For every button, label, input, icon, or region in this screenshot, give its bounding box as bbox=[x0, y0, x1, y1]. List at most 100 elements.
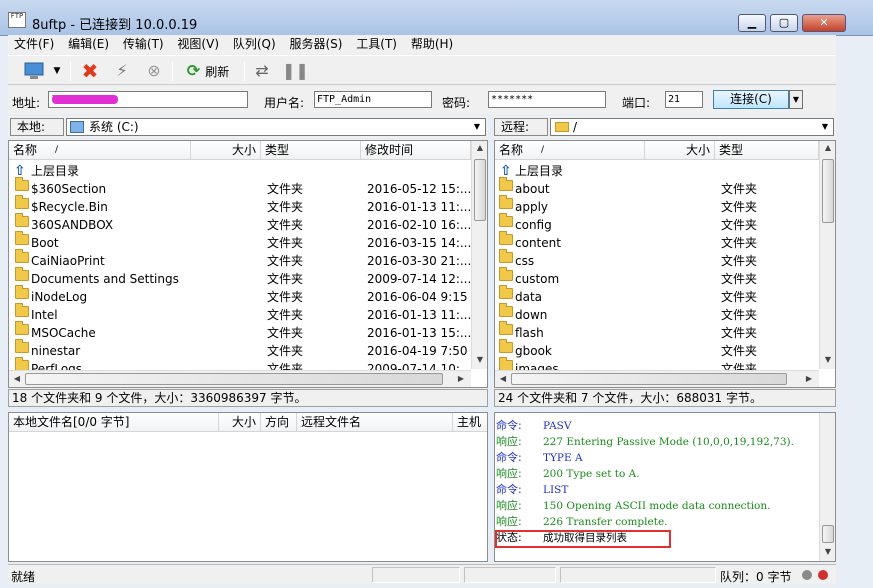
remote-file-row[interactable]: config 文件夹 bbox=[495, 213, 835, 234]
monitor-icon bbox=[24, 62, 44, 79]
local-cell-modified: 2009-07-14 12:... bbox=[367, 272, 472, 286]
queue-col-direction[interactable]: 方向 bbox=[261, 413, 297, 432]
local-cell-name: 360SANDBOX bbox=[31, 218, 114, 232]
log-line-message: LIST bbox=[543, 484, 569, 496]
local-file-row[interactable]: ninestar 文件夹 2016-04-19 7:50 bbox=[9, 339, 487, 360]
menu-view[interactable]: 视图(V) bbox=[173, 35, 223, 54]
local-up-row[interactable]: ⇧ 上层目录 bbox=[9, 162, 471, 180]
local-file-row[interactable]: MSOCache 文件夹 2016-01-13 15:... bbox=[9, 321, 487, 342]
maximize-button[interactable]: ▢ bbox=[770, 14, 798, 32]
transfer-queue-list: 本地文件名[0/0 字节] 大小 方向 远程文件名 主机 bbox=[8, 412, 488, 562]
remote-file-row[interactable]: css 文件夹 bbox=[495, 249, 835, 270]
local-file-row[interactable]: 360SANDBOX 文件夹 2016-02-10 16:... bbox=[9, 213, 487, 234]
connect-button[interactable]: 连接(C) bbox=[713, 90, 789, 109]
refresh-button[interactable]: ⟳ 刷新 bbox=[180, 60, 236, 82]
local-file-row[interactable]: Boot 文件夹 2016-03-15 14:... bbox=[9, 231, 487, 252]
remote-file-row[interactable]: flash 文件夹 bbox=[495, 321, 835, 342]
remote-cell-name: data bbox=[515, 290, 543, 304]
transfer-queue-button[interactable]: ⇄ bbox=[250, 60, 274, 82]
remote-file-row[interactable]: down 文件夹 bbox=[495, 303, 835, 324]
local-vertical-scrollbar[interactable]: ▲ ▼ bbox=[471, 141, 487, 369]
local-file-row[interactable]: iNodeLog 文件夹 2016-06-04 9:15 bbox=[9, 285, 487, 306]
menu-tools[interactable]: 工具(T) bbox=[352, 35, 401, 54]
port-input[interactable] bbox=[665, 91, 703, 108]
log-line-message: 200 Type set to A. bbox=[543, 468, 640, 480]
red-x-icon: ✖ bbox=[81, 59, 99, 83]
local-file-row[interactable]: Intel 文件夹 2016-01-13 11:... bbox=[9, 303, 487, 324]
password-input[interactable] bbox=[488, 91, 606, 108]
connect-dropdown-button[interactable]: ▼ bbox=[789, 90, 803, 109]
remote-file-row[interactable]: content 文件夹 bbox=[495, 231, 835, 252]
local-col-modified[interactable]: 修改时间 bbox=[361, 141, 471, 160]
remote-cell-name: down bbox=[515, 308, 548, 322]
local-cell-type: 文件夹 bbox=[267, 326, 304, 340]
local-cell-name: CaiNiaoPrint bbox=[31, 254, 105, 268]
log-line-kind: 响应: bbox=[496, 435, 522, 448]
remote-col-type[interactable]: 类型 bbox=[715, 141, 819, 160]
remote-horizontal-scrollbar[interactable]: ◀ ▶ bbox=[495, 370, 819, 387]
remote-summary: 24 个文件夹和 7 个文件，大小：688031 字节。 bbox=[494, 389, 836, 407]
menu-transfer[interactable]: 传输(T) bbox=[119, 35, 168, 54]
log-pane: 命令: PASV 响应: 227 Entering Passive Mode (10,… bbox=[494, 412, 836, 562]
local-file-row[interactable]: CaiNiaoPrint 文件夹 2016-03-30 21:... bbox=[9, 249, 487, 270]
remote-path-select[interactable]: / ▼ bbox=[550, 118, 834, 136]
remote-file-row[interactable]: custom 文件夹 bbox=[495, 267, 835, 288]
username-input[interactable] bbox=[314, 91, 432, 108]
menu-file[interactable]: 文件(F) bbox=[10, 35, 58, 54]
scroll-up-icon: ▲ bbox=[476, 143, 484, 152]
pause-button[interactable]: ❚❚ bbox=[282, 60, 309, 82]
log-line-kind: 响应: bbox=[496, 515, 522, 528]
local-cell-name: Intel bbox=[31, 308, 58, 322]
site-manager-button[interactable] bbox=[22, 60, 46, 82]
menu-server[interactable]: 服务器(S) bbox=[285, 35, 346, 54]
log-line: 响应: 200 Type set to A. bbox=[495, 466, 817, 482]
scroll-thumb[interactable] bbox=[822, 525, 834, 543]
scroll-thumb[interactable] bbox=[822, 159, 834, 223]
remote-file-row[interactable]: apply 文件夹 bbox=[495, 195, 835, 216]
local-file-row[interactable]: $Recycle.Bin 文件夹 2016-01-13 11:... bbox=[9, 195, 487, 216]
scroll-thumb[interactable] bbox=[511, 373, 787, 385]
log-vertical-scrollbar[interactable]: ▼ bbox=[819, 413, 835, 561]
local-col-type[interactable]: 类型 bbox=[261, 141, 361, 160]
log-line-kind: 响应: bbox=[496, 467, 522, 480]
queue-col-host[interactable]: 主机 bbox=[453, 413, 487, 432]
remote-file-row[interactable]: about 文件夹 bbox=[495, 177, 835, 198]
local-summary: 18 个文件夹和 9 个文件，大小：3360986397 字节。 bbox=[8, 389, 488, 407]
scroll-thumb[interactable] bbox=[474, 159, 486, 221]
remote-col-name[interactable]: 名称 / bbox=[495, 141, 645, 160]
minimize-button[interactable]: ▁ bbox=[738, 14, 766, 32]
site-dropdown-button[interactable]: ▼ bbox=[50, 60, 64, 82]
local-path-select[interactable]: 系统 (C:) ▼ bbox=[66, 118, 486, 136]
menu-queue[interactable]: 队列(Q) bbox=[229, 35, 280, 54]
reconnect-button[interactable]: ⚡ bbox=[110, 60, 134, 82]
queue-col-size[interactable]: 大小 bbox=[219, 413, 261, 432]
log-line-kind: 响应: bbox=[496, 499, 522, 512]
remote-cell-type: 文件夹 bbox=[721, 272, 758, 286]
close-button[interactable]: ✕ bbox=[802, 14, 846, 32]
remote-up-row[interactable]: ⇧ 上层目录 bbox=[495, 162, 819, 180]
folder-icon bbox=[499, 213, 513, 227]
queue-col-remote-name[interactable]: 远程文件名 bbox=[297, 413, 453, 432]
title-bar: FTP 8uftp - 已连接到 10.0.0.19 ▁ ▢ ✕ bbox=[0, 0, 873, 36]
menu-edit[interactable]: 编辑(E) bbox=[64, 35, 113, 54]
queue-col-local-name[interactable]: 本地文件名[0/0 字节] bbox=[9, 413, 219, 432]
remote-file-row[interactable]: data 文件夹 bbox=[495, 285, 835, 306]
local-horizontal-scrollbar[interactable]: ◀ ▶ bbox=[9, 370, 471, 387]
disconnect-button[interactable]: ✖ bbox=[78, 60, 102, 82]
local-file-row[interactable]: Documents and Settings 文件夹 2009-07-14 12:.… bbox=[9, 267, 487, 288]
remote-vertical-scrollbar[interactable]: ▲ ▼ bbox=[819, 141, 835, 369]
chevron-down-icon: ▼ bbox=[53, 66, 61, 76]
log-line: 命令: LIST bbox=[495, 482, 817, 498]
local-file-row[interactable]: $360Section 文件夹 2016-05-12 15:... bbox=[9, 177, 487, 198]
menu-help[interactable]: 帮助(H) bbox=[407, 35, 457, 54]
toolbar-separator bbox=[172, 61, 173, 81]
remote-file-list: 名称 / 大小 类型 ⇧ 上层目录 about 文件夹 apply 文件夹 config 文… bbox=[494, 140, 836, 388]
redaction-mark bbox=[52, 95, 118, 104]
local-col-name[interactable]: 名称 / bbox=[9, 141, 191, 160]
local-col-size[interactable]: 大小 bbox=[191, 141, 261, 160]
remote-col-size[interactable]: 大小 bbox=[645, 141, 715, 160]
scroll-thumb[interactable] bbox=[25, 373, 443, 385]
folder-icon bbox=[499, 195, 513, 209]
stop-button[interactable]: ⊗ bbox=[142, 60, 166, 82]
remote-file-row[interactable]: gbook 文件夹 bbox=[495, 339, 835, 360]
